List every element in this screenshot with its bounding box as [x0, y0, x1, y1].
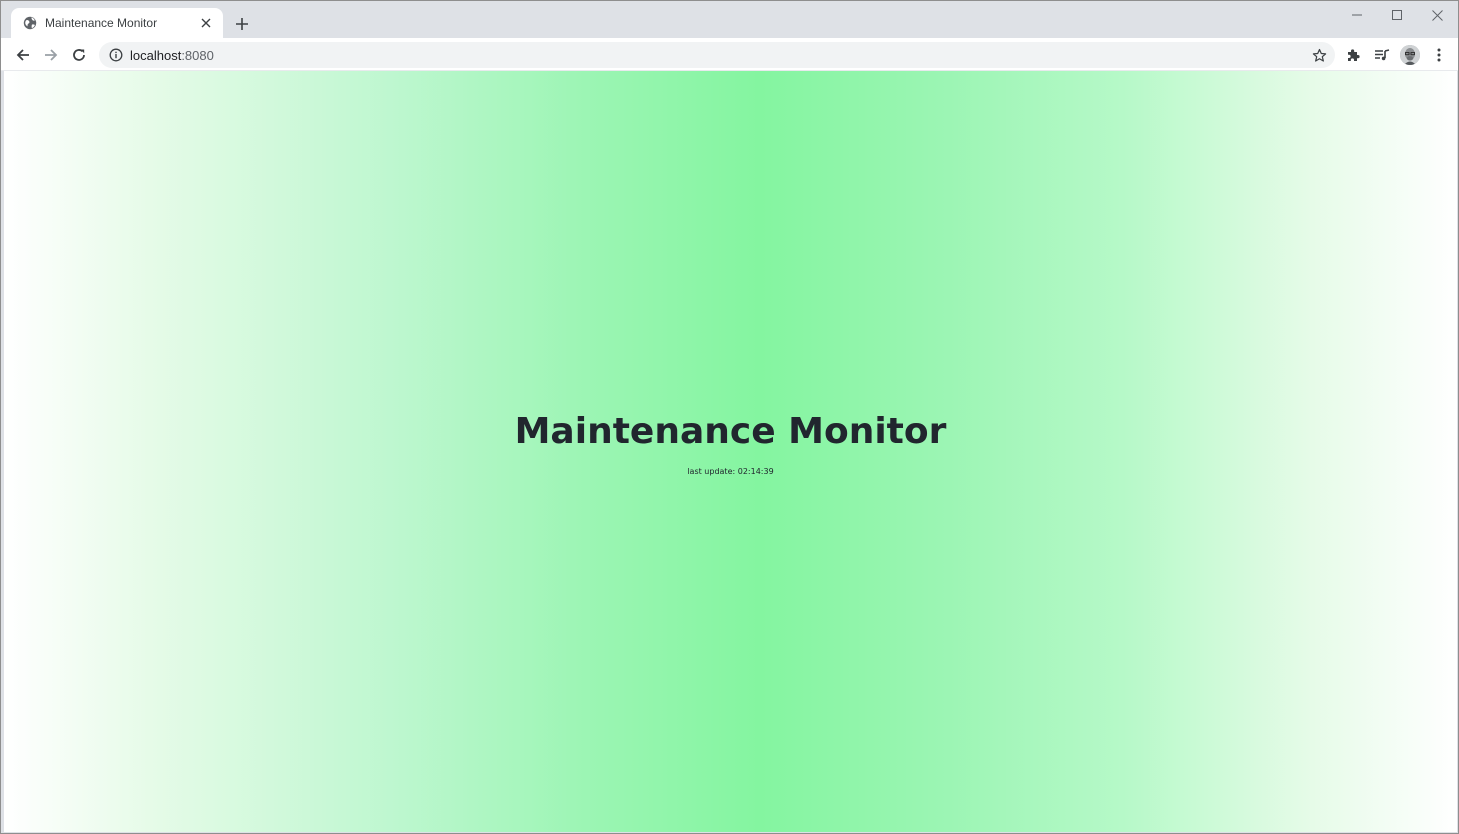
- reload-button[interactable]: [65, 41, 93, 69]
- info-icon[interactable]: [109, 48, 123, 62]
- profile-button[interactable]: [1396, 41, 1424, 69]
- media-queue-icon: [1375, 49, 1390, 61]
- globe-icon: [23, 16, 37, 30]
- page-content: Maintenance Monitor last update: 02:14:3…: [4, 71, 1457, 832]
- tab-strip: Maintenance Monitor: [1, 1, 1458, 38]
- arrow-right-icon: [45, 49, 58, 61]
- avatar: [1400, 45, 1420, 65]
- arrow-left-icon: [16, 49, 29, 61]
- browser-menu-button[interactable]: [1425, 41, 1453, 69]
- browser-window: Maintenance Monitor localhost:8080 Maint…: [0, 0, 1459, 834]
- tab-title: Maintenance Monitor: [45, 16, 158, 30]
- close-tab-icon[interactable]: [197, 14, 215, 32]
- address-bar[interactable]: localhost:8080: [99, 42, 1335, 68]
- tab-maintenance-monitor[interactable]: Maintenance Monitor: [11, 8, 223, 38]
- minimize-button[interactable]: [1337, 1, 1377, 29]
- kebab-menu-icon: [1437, 48, 1441, 62]
- back-button[interactable]: [9, 41, 37, 69]
- url-port: :8080: [181, 47, 214, 63]
- url-text[interactable]: localhost:8080: [130, 48, 214, 63]
- close-window-button[interactable]: [1417, 1, 1457, 29]
- last-update-text: last update: 02:14:39: [687, 467, 774, 476]
- star-icon[interactable]: [1311, 47, 1327, 63]
- page-title: Maintenance Monitor: [514, 411, 947, 452]
- puzzle-icon: [1348, 49, 1360, 61]
- reload-icon: [73, 49, 85, 61]
- forward-button[interactable]: [37, 41, 65, 69]
- media-queue-button[interactable]: [1368, 41, 1396, 69]
- new-tab-button[interactable]: [231, 13, 253, 35]
- maximize-button[interactable]: [1377, 1, 1417, 29]
- extensions-button[interactable]: [1340, 41, 1368, 69]
- browser-toolbar: localhost:8080: [1, 38, 1458, 71]
- url-host: localhost: [130, 47, 182, 63]
